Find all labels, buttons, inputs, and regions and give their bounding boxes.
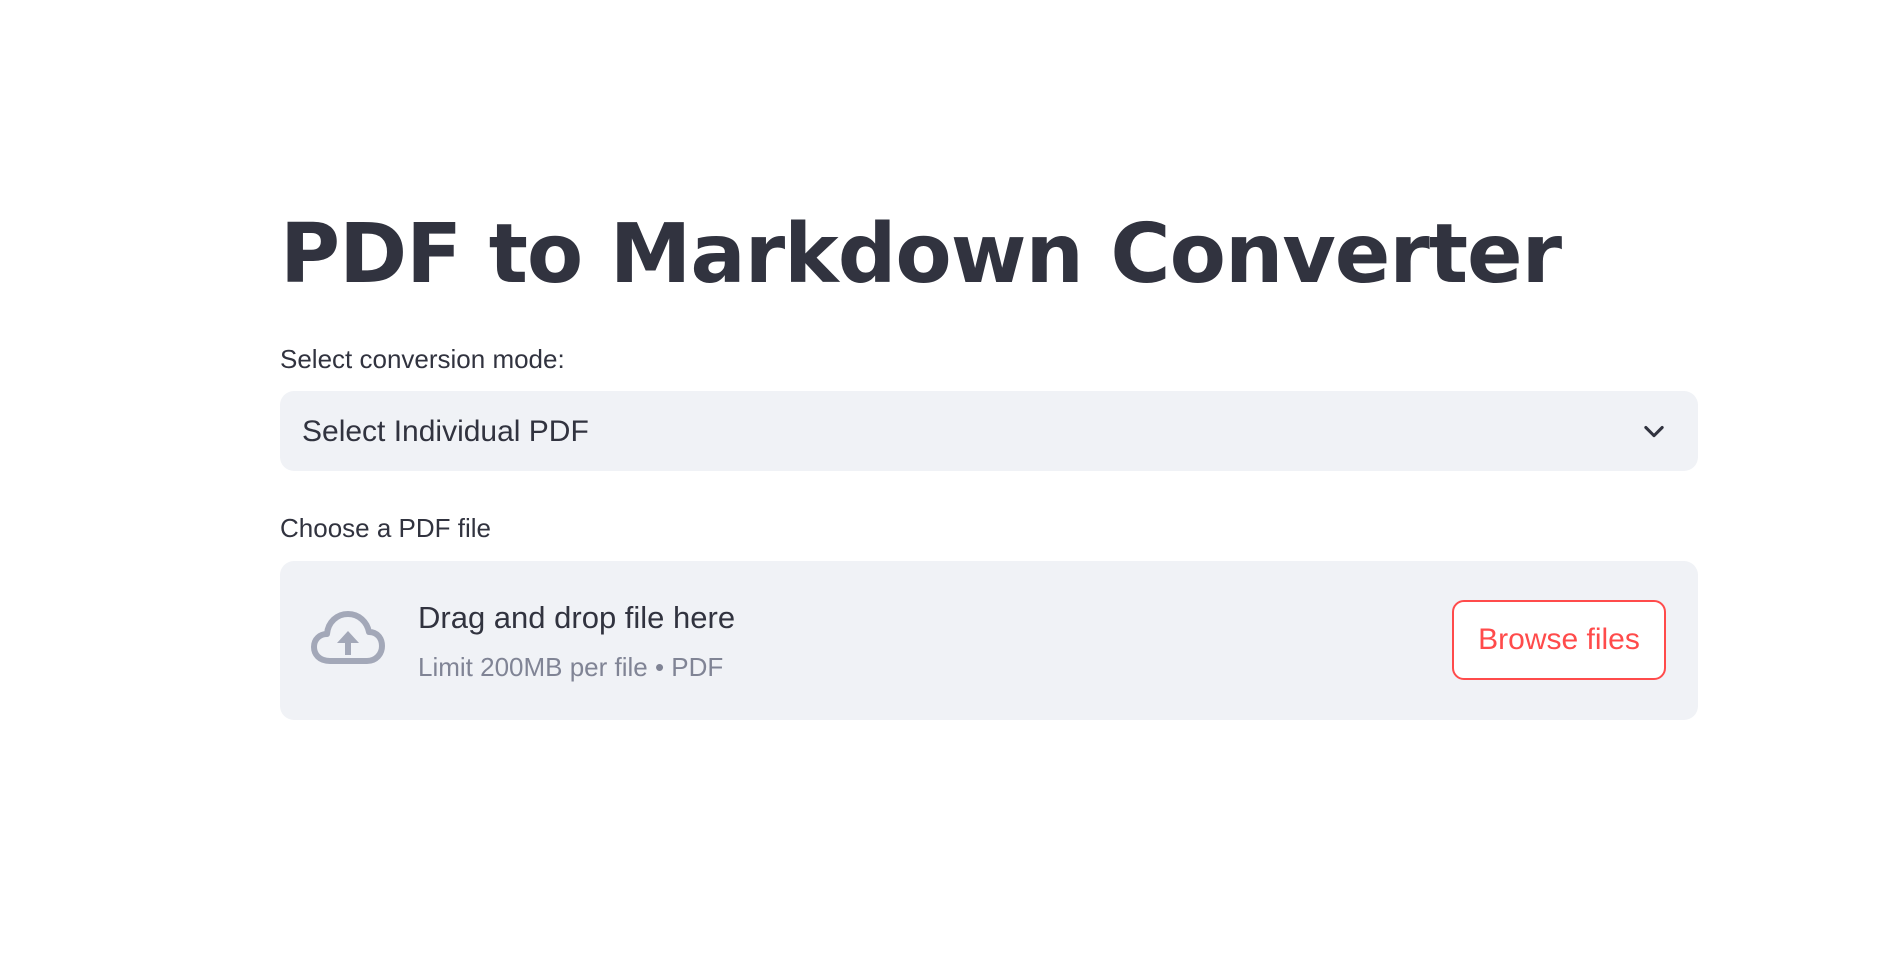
file-dropzone[interactable]: Drag and drop file here Limit 200MB per … <box>280 561 1698 720</box>
page-title: PDF to Markdown Converter <box>280 207 1562 302</box>
mode-select-value: Select Individual PDF <box>302 415 589 448</box>
cloud-upload-icon <box>311 611 385 664</box>
mode-select[interactable]: Select Individual PDF <box>280 391 1698 471</box>
dropzone-instruction: Drag and drop file here <box>418 600 736 635</box>
mode-select-label: Select conversion mode: <box>280 344 565 374</box>
file-uploader-label: Choose a PDF file <box>280 513 491 543</box>
dropzone-limit-text: Limit 200MB per file • PDF <box>418 652 724 682</box>
browse-files-button[interactable]: Browse files <box>1452 600 1666 680</box>
chevron-down-icon[interactable] <box>1640 417 1668 445</box>
